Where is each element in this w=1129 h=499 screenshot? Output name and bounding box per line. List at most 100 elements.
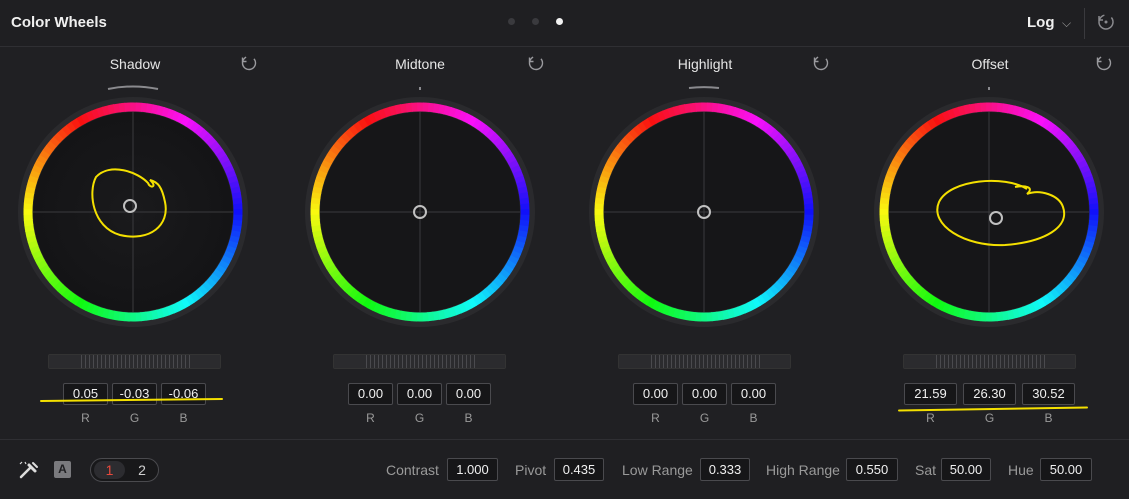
hue-label: Hue [1008, 462, 1034, 478]
b-value-field[interactable]: 0.00 [446, 383, 491, 405]
hue-ring-segment [462, 300, 473, 312]
hue-ring-segment [61, 124, 73, 136]
master-slider[interactable] [903, 354, 1076, 369]
g-value-field[interactable]: 0.00 [397, 383, 442, 405]
hue-ring-segment [617, 140, 629, 151]
hue-ring-segment [519, 219, 530, 228]
hue-ring-segment [318, 164, 330, 174]
color-wheel[interactable] [570, 77, 840, 347]
reset-icon[interactable] [240, 54, 258, 72]
page-dot-3[interactable] [556, 18, 563, 25]
hue-ring-segment [610, 149, 622, 160]
pivot-field[interactable]: 0.435 [554, 458, 604, 481]
hue-ring-segment [789, 154, 801, 165]
reset-icon[interactable] [527, 54, 545, 72]
wheel-panel-highlight: Highlight 0.00 0.00 0.00 R G B [570, 47, 852, 439]
color-wheel[interactable] [0, 77, 270, 347]
hue-ring-segment [448, 107, 458, 118]
hue-ring-segment [23, 196, 34, 205]
chevron-down-icon[interactable]: ⌵ [1062, 16, 1071, 31]
hue-ring-segment [318, 249, 330, 260]
hue-ring-segment [651, 299, 661, 311]
hue-ring-segment [476, 291, 487, 303]
color-wheel[interactable] [855, 77, 1125, 347]
master-slider[interactable] [48, 354, 221, 369]
hue-ring-segment [783, 145, 795, 156]
hue-ring-segment [388, 105, 398, 116]
reset-icon[interactable] [1095, 54, 1113, 72]
hue-ring-segment [36, 259, 48, 270]
g-value-field[interactable]: 0.00 [682, 383, 727, 405]
hue-ring-segment [882, 180, 893, 189]
hue-ring-segment [518, 225, 529, 233]
hue-ring-segment [628, 128, 640, 140]
hue-ring-segment [458, 110, 468, 122]
hue-ring-segment [786, 264, 798, 275]
low-range-label: Low Range [622, 462, 693, 478]
hue-ring-segment [1001, 310, 1009, 321]
hue-ring-segment [1088, 219, 1099, 228]
hue-ring-segment [711, 311, 719, 322]
r-value-field[interactable]: 21.59 [904, 383, 957, 405]
hue-ring-segment [26, 180, 37, 189]
master-slider[interactable] [618, 354, 791, 369]
hue-ring-segment [765, 125, 776, 137]
page-1-button[interactable]: 1 [94, 461, 125, 479]
hue-ring-segment [908, 280, 920, 292]
color-wheel[interactable] [285, 77, 555, 347]
hue-ring-segment [197, 284, 209, 296]
hue-ring-segment [326, 263, 338, 275]
hue-ring-segment [205, 277, 217, 288]
hue-ring-segment [746, 300, 757, 312]
contrast-field[interactable]: 1.000 [447, 458, 498, 481]
hue-ring-segment [901, 272, 913, 284]
reset-icon[interactable] [812, 54, 830, 72]
hue-ring-segment [323, 154, 335, 165]
high-range-field[interactable]: 0.550 [846, 458, 898, 481]
hue-ring-segment [1074, 259, 1086, 270]
hue-ring-segment [502, 264, 514, 275]
page-2-button[interactable]: 2 [127, 461, 157, 479]
hue-ring-segment [27, 239, 39, 249]
hue-ring-segment [801, 186, 812, 195]
hue-ring-segment [800, 235, 811, 244]
hue-ring-segment [95, 306, 105, 317]
g-value-field[interactable]: 26.30 [963, 383, 1016, 405]
hue-ring-segment [597, 234, 608, 244]
hue-ring-segment [29, 169, 41, 179]
hue-ring-segment [215, 264, 227, 275]
b-value-field[interactable]: 30.52 [1022, 383, 1075, 405]
hue-ring-segment [1058, 132, 1070, 144]
reset-all-icon[interactable] [1096, 12, 1116, 32]
hue-ring-segment [1053, 284, 1065, 296]
hue-ring-segment [329, 268, 341, 279]
eyedropper-icon[interactable] [18, 460, 40, 480]
page-dot-1[interactable] [508, 18, 515, 25]
hue-ring-segment [794, 164, 806, 175]
r-value-field[interactable]: 0.00 [348, 383, 393, 405]
r-value-field[interactable]: 0.00 [633, 383, 678, 405]
hue-ring-segment [344, 128, 356, 140]
hue-ring-segment [731, 306, 741, 318]
page-dot-2[interactable] [532, 18, 539, 25]
b-value-field[interactable]: 0.00 [731, 383, 776, 405]
hue-ring-segment [802, 192, 813, 200]
auto-balance-toggle[interactable]: A [54, 461, 71, 478]
mode-dropdown[interactable]: Log [1027, 14, 1055, 31]
sat-field[interactable]: 50.00 [941, 458, 991, 481]
hue-ring-segment [794, 250, 806, 260]
hue-field[interactable]: 50.00 [1040, 458, 1092, 481]
hue-ring-segment [49, 136, 61, 147]
r-value-field[interactable]: 0.05 [63, 383, 108, 405]
hue-ring-segment [52, 280, 64, 292]
g-value-field[interactable]: -0.03 [112, 383, 157, 405]
hue-ring-segment [773, 132, 785, 144]
hue-ring-segment [367, 299, 377, 311]
master-slider[interactable] [333, 354, 506, 369]
hue-ring-segment [502, 149, 514, 161]
low-range-field[interactable]: 0.333 [700, 458, 750, 481]
hue-ring-segment [510, 250, 522, 260]
hue-ring-segment [1076, 255, 1088, 265]
b-value-field[interactable]: -0.06 [161, 383, 206, 405]
hue-ring-segment [973, 311, 982, 322]
